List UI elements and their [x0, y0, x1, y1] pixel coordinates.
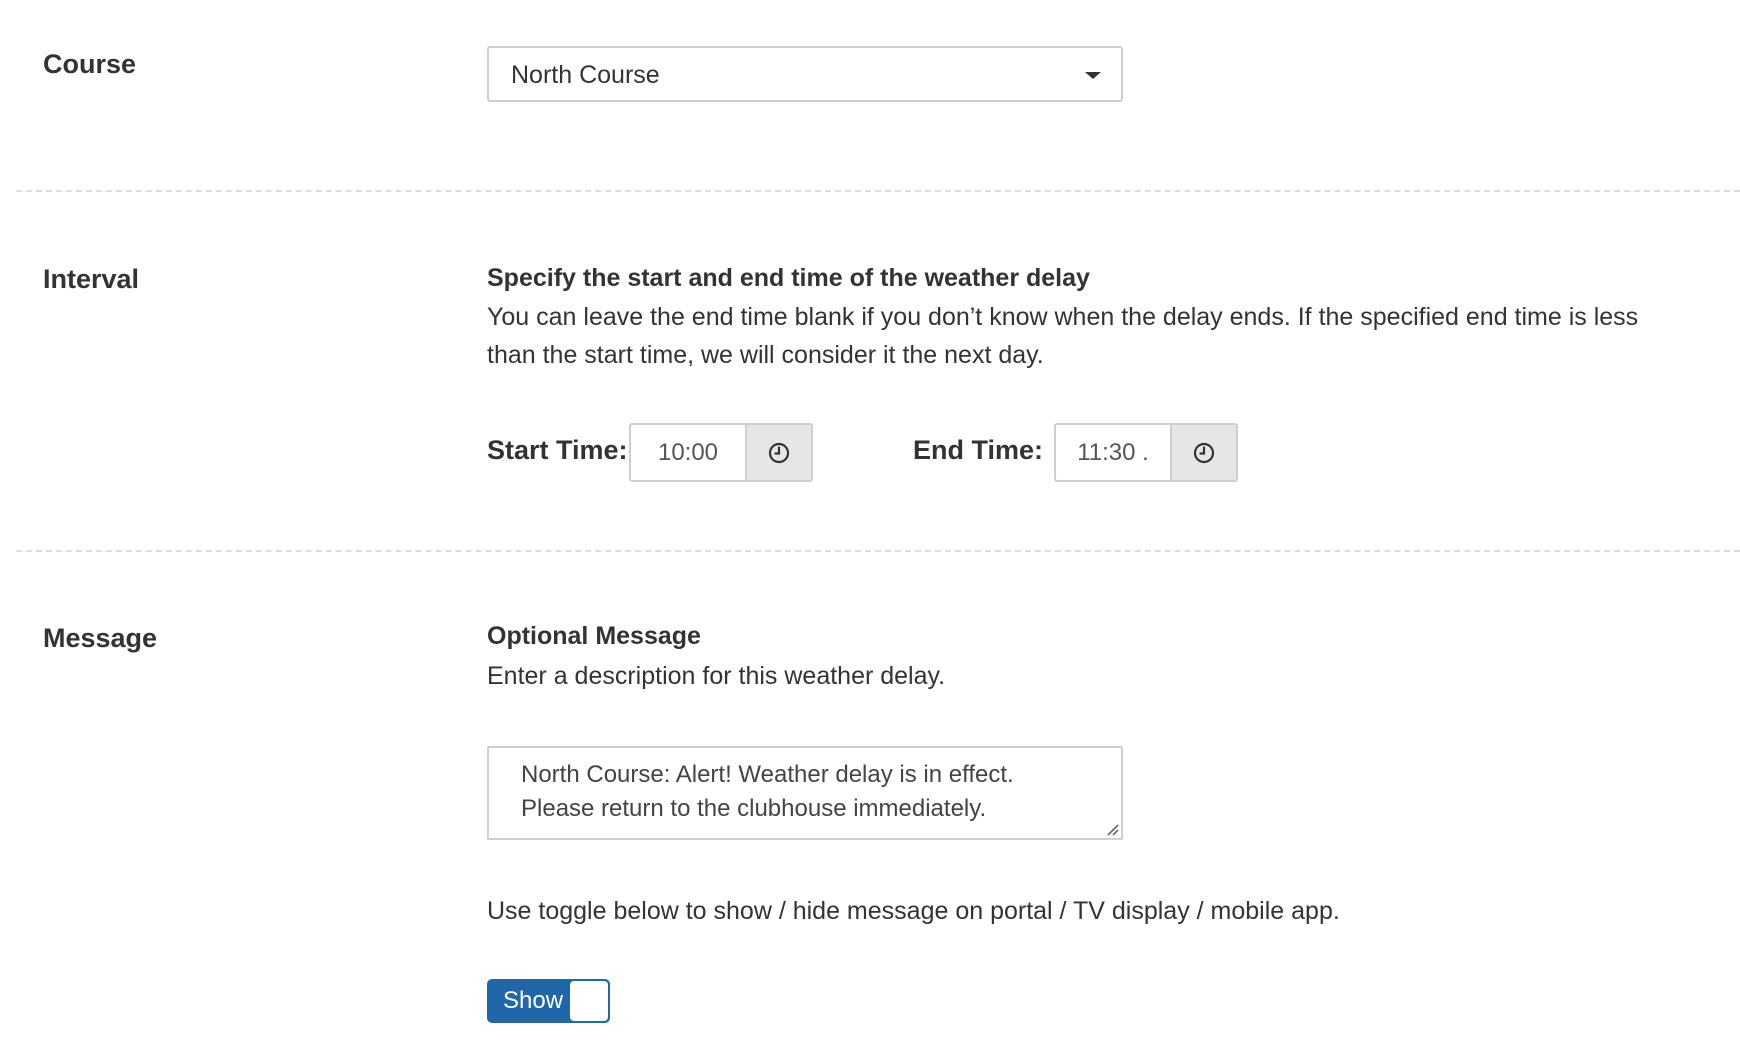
toggle-hint: Use toggle below to show / hide message …	[487, 897, 1340, 925]
interval-description-line1: You can leave the end time blank if you …	[487, 303, 1639, 331]
clock-icon	[768, 442, 790, 463]
start-time-input[interactable]: 10:00	[629, 423, 745, 482]
toggle-knob	[570, 981, 608, 1021]
course-select[interactable]: North Course	[487, 46, 1123, 102]
start-time-clock-button[interactable]	[745, 423, 813, 482]
section-divider	[16, 190, 1740, 192]
message-text-line1: North Course: Alert! Weather delay is in…	[521, 761, 1014, 788]
start-time-label: Start Time:	[487, 435, 628, 465]
end-time-picker: 11:30 .	[1054, 423, 1238, 482]
interval-section-label: Interval	[43, 264, 140, 294]
section-divider	[16, 550, 1740, 552]
message-section-label: Message	[43, 623, 158, 653]
show-message-toggle[interactable]: Show	[487, 979, 610, 1023]
course-select-value: North Course	[511, 61, 660, 89]
message-description: Enter a description for this weather del…	[487, 662, 946, 690]
interval-heading: Specify the start and end time of the we…	[487, 264, 1090, 292]
message-text-line2: Please return to the clubhouse immediate…	[521, 795, 987, 822]
message-textarea[interactable]: North Course: Alert! Weather delay is in…	[487, 746, 1123, 840]
course-section-label: Course	[43, 49, 137, 79]
resize-grip-icon[interactable]	[1105, 822, 1119, 836]
toggle-label: Show	[503, 987, 564, 1014]
start-time-picker: 10:00	[629, 423, 813, 482]
end-time-label: End Time:	[913, 435, 1044, 465]
interval-description-line2: than the start time, we will consider it…	[487, 341, 1044, 369]
end-time-clock-button[interactable]	[1170, 423, 1238, 482]
caret-down-icon	[1085, 72, 1101, 79]
end-time-input[interactable]: 11:30 .	[1054, 423, 1170, 482]
message-heading: Optional Message	[487, 622, 701, 650]
clock-icon	[1193, 442, 1215, 463]
